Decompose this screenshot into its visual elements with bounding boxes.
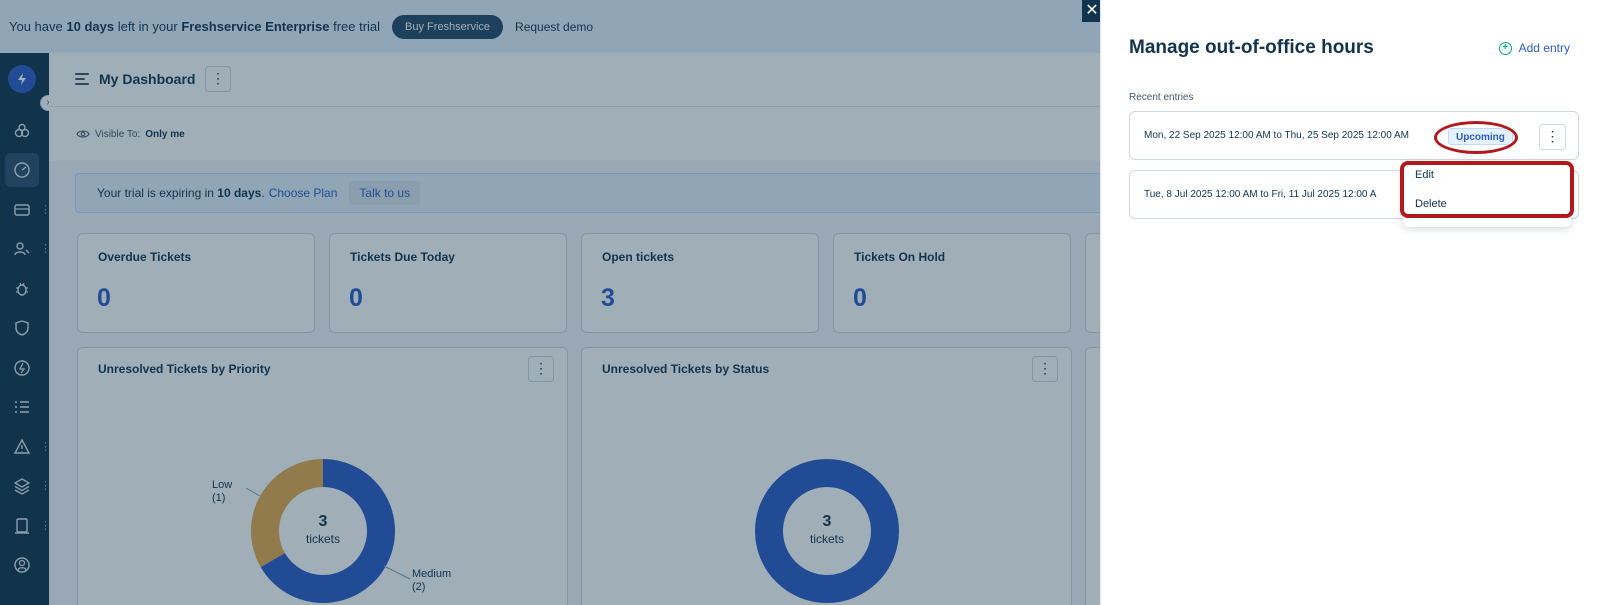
entry-date-range: Mon, 22 Sep 2025 12:00 AM to Thu, 25 Sep… <box>1144 130 1410 141</box>
status-badge: Upcoming <box>1448 128 1513 145</box>
panel-title: Manage out-of-office hours <box>1129 37 1374 58</box>
add-entry-label: Add entry <box>1518 41 1570 55</box>
menu-item-edit[interactable]: Edit <box>1415 169 1434 181</box>
entry-options-menu: Edit Delete <box>1403 161 1571 227</box>
entry-options-button[interactable]: ⋮ <box>1539 124 1566 150</box>
entry-date-range: Tue, 8 Jul 2025 12:00 AM to Fri, 11 Jul … <box>1144 189 1377 200</box>
out-of-office-panel: Manage out-of-office hours + Add entry R… <box>1100 0 1600 605</box>
close-panel-icon[interactable]: ✕ <box>1082 0 1102 22</box>
menu-item-delete[interactable]: Delete <box>1415 198 1447 210</box>
add-entry-button[interactable]: + Add entry <box>1498 41 1570 55</box>
plus-circle-icon: + <box>1498 41 1512 55</box>
recent-entries-label: Recent entries <box>1129 92 1194 103</box>
entry-row[interactable]: Mon, 22 Sep 2025 12:00 AM to Thu, 25 Sep… <box>1129 111 1579 160</box>
modal-backdrop[interactable] <box>0 0 1100 605</box>
